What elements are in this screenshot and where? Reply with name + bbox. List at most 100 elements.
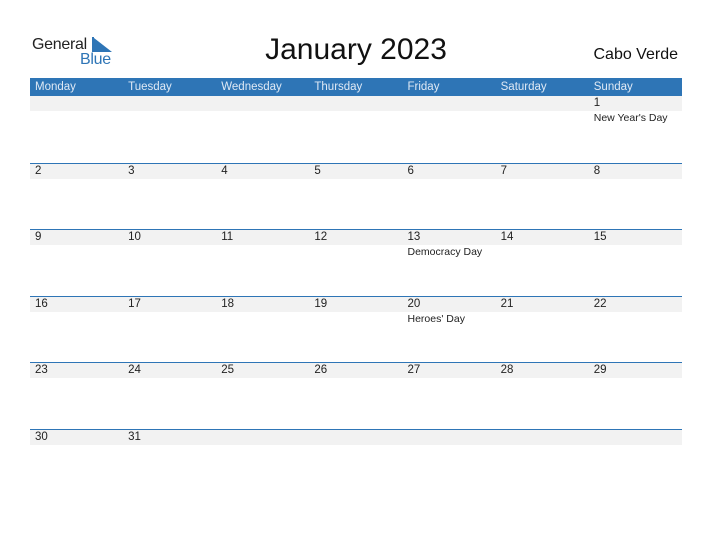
day-number [408, 430, 496, 445]
day-number: 20 [407, 297, 421, 310]
day-cell: 19 [309, 297, 402, 325]
week-row: 9 10 11 12 13 Democracy Day 14 15 [30, 229, 682, 296]
weeks-container: 1 New Year's Day 2 3 4 5 6 7 8 9 10 11 12 13 Democracy… [30, 96, 682, 496]
day-number: 18 [221, 297, 235, 310]
day-cell: 4 [216, 164, 309, 180]
week-days: 2 3 4 5 6 7 8 [30, 164, 682, 180]
week-row: 16 17 18 19 20 Heroes' Day 21 22 [30, 295, 682, 363]
day-cell: 30 [30, 430, 123, 446]
day-number: 11 [221, 231, 234, 244]
day-number: 27 [407, 364, 421, 377]
day-cell [403, 96, 496, 124]
day-number [594, 430, 682, 445]
day-cell: 11 [216, 230, 309, 258]
weekday-saturday: Saturday [500, 81, 547, 93]
day-number: 4 [221, 164, 228, 177]
calendar-grid: Monday Tuesday Wednesday Thursday Friday… [30, 78, 682, 496]
day-cell: 22 [589, 297, 682, 325]
day-cell: 14 [496, 230, 589, 258]
day-number: 3 [128, 164, 135, 177]
day-cell [30, 96, 123, 124]
day-cell: 13 Democracy Day [403, 230, 496, 258]
day-number: 7 [500, 164, 508, 177]
weekday-tuesday: Tuesday [128, 81, 172, 93]
weekday-monday: Monday [35, 81, 76, 93]
day-number: 26 [314, 364, 328, 377]
day-cell: 25 [216, 363, 309, 379]
week-days: 9 10 11 12 13 Democracy Day 14 15 [30, 230, 682, 258]
weekday-sunday: Sunday [593, 81, 633, 93]
day-number: 14 [500, 231, 514, 244]
day-cell: 31 [123, 430, 216, 446]
day-cell: 9 [30, 230, 123, 258]
day-number: 24 [128, 364, 141, 377]
day-cell [123, 96, 216, 124]
day-number: 13 [407, 231, 421, 244]
day-number: 5 [314, 164, 321, 177]
day-cell: 27 [403, 363, 496, 379]
day-cell: 6 [403, 164, 496, 180]
weekday-wednesday: Wednesday [221, 81, 282, 93]
country-label: Cabo Verde [593, 46, 678, 63]
day-number [501, 430, 589, 445]
day-cell [309, 96, 402, 124]
day-number: 8 [593, 164, 601, 177]
day-number: 12 [314, 231, 328, 244]
week-days: 1 New Year's Day [30, 96, 682, 124]
day-number: 30 [35, 430, 48, 443]
day-cell [589, 430, 682, 446]
day-cell [496, 96, 589, 124]
week-days: 30 31 [30, 430, 682, 446]
day-cell: 2 [30, 164, 123, 180]
day-cell [496, 430, 589, 446]
holiday-label: New Year's Day [593, 112, 668, 124]
week-days: 16 17 18 19 20 Heroes' Day 21 22 [30, 297, 682, 325]
day-number: 28 [500, 364, 514, 377]
day-cell: 5 [309, 164, 402, 180]
day-number: 9 [35, 231, 42, 244]
day-cell: 29 [589, 363, 682, 379]
day-number: 1 [593, 97, 601, 109]
day-cell: 20 Heroes' Day [403, 297, 496, 325]
day-cell [309, 430, 402, 446]
day-number [501, 96, 589, 111]
day-number [314, 96, 402, 111]
day-number: 25 [221, 364, 235, 377]
day-cell: 3 [123, 164, 216, 180]
day-number: 17 [128, 297, 141, 310]
day-number [221, 96, 309, 111]
week-days: 23 24 25 26 27 28 29 [30, 363, 682, 379]
day-number: 10 [128, 231, 141, 244]
day-cell: 23 [30, 363, 123, 379]
day-number [221, 430, 309, 445]
day-cell: 12 [309, 230, 402, 258]
week-row: 23 24 25 26 27 28 29 [30, 362, 682, 429]
day-cell: 16 [30, 297, 123, 325]
weekday-friday: Friday [407, 81, 440, 93]
day-number: 6 [407, 164, 414, 177]
day-cell: 10 [123, 230, 216, 258]
day-cell: 17 [123, 297, 216, 325]
day-cell: 8 [589, 164, 682, 180]
day-cell [216, 430, 309, 446]
holiday-label: Democracy Day [407, 246, 483, 259]
day-number: 23 [35, 364, 48, 377]
day-cell: 21 [496, 297, 589, 325]
day-cell: 7 [496, 164, 589, 180]
day-number: 15 [593, 231, 607, 244]
weekday-header: Monday Tuesday Wednesday Thursday Friday… [30, 78, 682, 96]
day-number: 2 [35, 164, 42, 177]
day-number: 22 [593, 297, 607, 310]
day-cell: 26 [309, 363, 402, 379]
day-number [314, 430, 402, 445]
day-number [408, 96, 496, 111]
day-number [128, 96, 216, 111]
day-number [35, 96, 123, 111]
day-cell: 28 [496, 363, 589, 379]
holiday-label: Heroes' Day [407, 312, 465, 325]
day-cell [216, 96, 309, 124]
day-number: 29 [593, 364, 607, 377]
day-number: 21 [500, 297, 514, 310]
day-number: 31 [128, 430, 141, 443]
day-cell [403, 430, 496, 446]
